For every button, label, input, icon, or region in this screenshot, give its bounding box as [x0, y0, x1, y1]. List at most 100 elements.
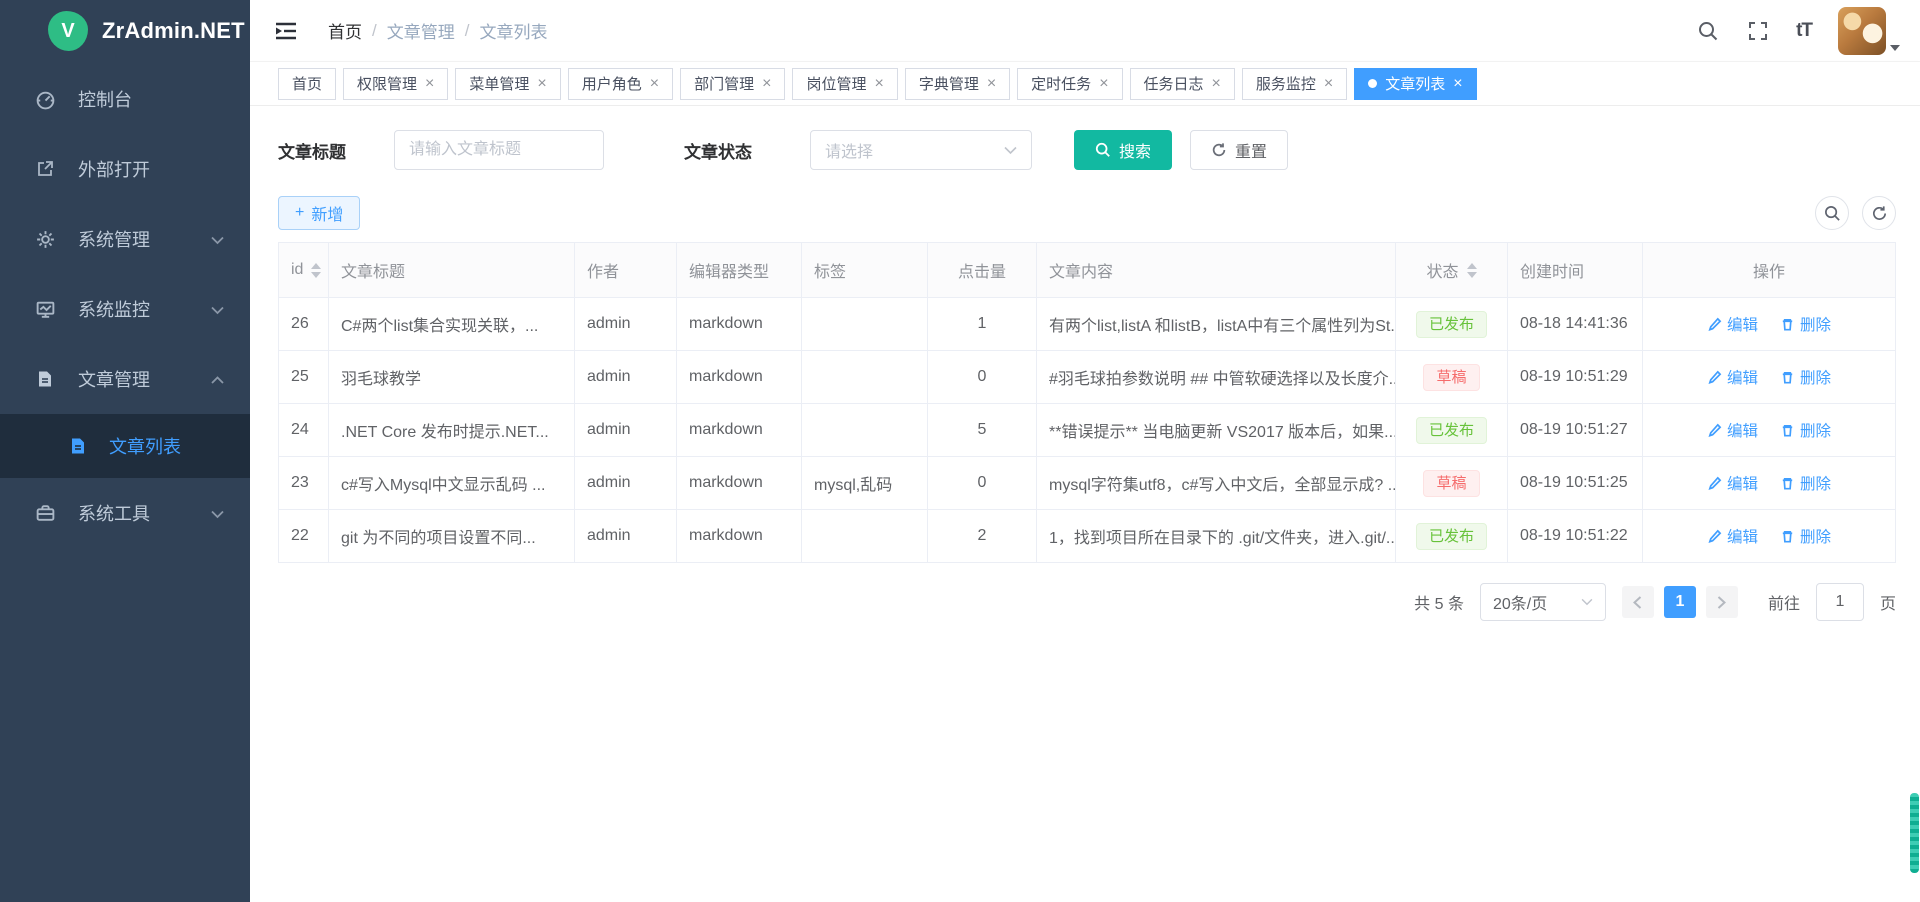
edit-button[interactable]: 编辑: [1707, 472, 1758, 494]
sidebar-item-label: 系统监控: [78, 296, 150, 322]
tab-close-icon[interactable]: ×: [537, 76, 546, 92]
table-row: 23 c#写入Mysql中文显示乱码 ... admin markdown my…: [279, 457, 1895, 510]
tab-close-icon[interactable]: ×: [874, 76, 883, 92]
tab-article-list[interactable]: 文章列表 ×: [1354, 68, 1476, 100]
cell-title: c#写入Mysql中文显示乱码 ...: [329, 457, 575, 509]
sidebar-item-external-open[interactable]: 外部打开: [0, 134, 250, 204]
sidebar-item-article-list[interactable]: 文章列表: [0, 414, 250, 478]
delete-button[interactable]: 删除: [1780, 525, 1831, 547]
tab-permission-management[interactable]: 权限管理 ×: [343, 68, 448, 100]
delete-button[interactable]: 删除: [1780, 313, 1831, 335]
avatar[interactable]: [1838, 7, 1886, 55]
scrollbar-thumb[interactable]: [1910, 793, 1919, 873]
page-number-button[interactable]: 1: [1664, 586, 1696, 618]
edit-button[interactable]: 编辑: [1707, 525, 1758, 547]
sidebar-fold-icon[interactable]: [274, 20, 298, 42]
tab-department-management[interactable]: 部门管理 ×: [680, 68, 785, 100]
article-status-select[interactable]: 请选择: [810, 130, 1032, 170]
cell-editor: markdown: [677, 298, 802, 350]
tab-user-roles[interactable]: 用户角色 ×: [568, 68, 673, 100]
sidebar-item-article-management[interactable]: 文章管理: [0, 344, 250, 414]
tab-home[interactable]: 首页: [278, 68, 336, 100]
tab-post-management[interactable]: 岗位管理 ×: [792, 68, 897, 100]
reset-button-label: 重置: [1235, 138, 1267, 162]
goto-page-input[interactable]: [1816, 583, 1864, 621]
app-logo[interactable]: V ZrAdmin.NET: [0, 0, 250, 62]
cell-title: C#两个list集合实现关联，...: [329, 298, 575, 350]
status-badge: 已发布: [1416, 311, 1487, 338]
page-size-select[interactable]: 20条/页: [1480, 583, 1606, 621]
tab-close-icon[interactable]: ×: [1453, 76, 1462, 92]
column-header-created: 创建时间: [1508, 243, 1643, 297]
page-suffix-label: 页: [1880, 590, 1896, 614]
tab-close-icon[interactable]: ×: [1324, 76, 1333, 92]
tab-menu-management[interactable]: 菜单管理 ×: [455, 68, 560, 100]
tab-close-icon[interactable]: ×: [650, 76, 659, 92]
sidebar-item-system-monitor[interactable]: 系统监控: [0, 274, 250, 344]
prev-page-button[interactable]: [1622, 586, 1654, 618]
external-link-icon: [34, 158, 56, 180]
cell-status: 草稿: [1396, 457, 1508, 509]
tab-dict-management[interactable]: 字典管理 ×: [905, 68, 1010, 100]
sidebar-item-dashboard[interactable]: 控制台: [0, 64, 250, 134]
user-menu[interactable]: [1838, 7, 1900, 55]
cell-id: 23: [279, 457, 329, 509]
cell-actions: 编辑 删除: [1643, 404, 1895, 456]
tab-close-icon[interactable]: ×: [987, 76, 996, 92]
tab-task-logs[interactable]: 任务日志 ×: [1130, 68, 1235, 100]
edit-button[interactable]: 编辑: [1707, 313, 1758, 335]
sidebar-item-label: 外部打开: [78, 156, 150, 182]
main-content: 文章标题 文章状态 请选择 搜索 重置 + 新增: [250, 106, 1920, 902]
delete-button[interactable]: 删除: [1780, 472, 1831, 494]
tab-close-icon[interactable]: ×: [1099, 76, 1108, 92]
chevron-up-icon: [211, 369, 224, 390]
table-row: 22 git 为不同的项目设置不同... admin markdown 2 1，…: [279, 510, 1895, 563]
fullscreen-icon[interactable]: [1746, 19, 1770, 43]
sort-icon[interactable]: [311, 263, 321, 278]
show-search-toggle-button[interactable]: [1815, 196, 1849, 230]
tab-close-icon[interactable]: ×: [425, 76, 434, 92]
sidebar-item-system-management[interactable]: 系统管理: [0, 204, 250, 274]
edit-button[interactable]: 编辑: [1707, 366, 1758, 388]
add-button[interactable]: + 新增: [278, 196, 360, 230]
cell-author: admin: [575, 457, 677, 509]
next-page-button[interactable]: [1706, 586, 1738, 618]
edit-icon: [1707, 529, 1722, 544]
refresh-table-button[interactable]: [1862, 196, 1896, 230]
article-title-input[interactable]: [394, 130, 604, 170]
tab-close-icon[interactable]: ×: [762, 76, 771, 92]
status-badge: 草稿: [1423, 364, 1479, 391]
tab-label: 用户角色: [582, 73, 642, 94]
cell-created: 08-18 14:41:36: [1508, 298, 1643, 350]
edit-button[interactable]: 编辑: [1707, 419, 1758, 441]
breadcrumb-article-management: 文章管理: [387, 18, 455, 43]
column-header-status[interactable]: 状态: [1396, 243, 1508, 297]
sidebar-item-system-tools[interactable]: 系统工具: [0, 478, 250, 548]
document-icon: [34, 368, 56, 390]
delete-button[interactable]: 删除: [1780, 366, 1831, 388]
tab-close-icon[interactable]: ×: [1212, 76, 1221, 92]
cell-actions: 编辑 删除: [1643, 351, 1895, 403]
sidebar-item-label: 文章管理: [78, 366, 150, 392]
reset-button[interactable]: 重置: [1190, 130, 1288, 170]
breadcrumb-home[interactable]: 首页: [328, 18, 362, 43]
tab-label: 定时任务: [1031, 73, 1091, 94]
dashboard-icon: [34, 88, 56, 110]
search-button[interactable]: 搜索: [1074, 130, 1172, 170]
cell-actions: 编辑 删除: [1643, 298, 1895, 350]
header-actions: tT: [1696, 7, 1920, 55]
tab-scheduled-tasks[interactable]: 定时任务 ×: [1017, 68, 1122, 100]
delete-button[interactable]: 删除: [1780, 419, 1831, 441]
sort-icon[interactable]: [1467, 263, 1477, 278]
tab-service-monitor[interactable]: 服务监控 ×: [1242, 68, 1347, 100]
font-size-icon[interactable]: tT: [1796, 20, 1812, 42]
toolbox-icon: [34, 502, 56, 524]
cell-clicks: 0: [928, 457, 1037, 509]
cell-created: 08-19 10:51:29: [1508, 351, 1643, 403]
refresh-icon: [1871, 205, 1888, 222]
cell-tags: [802, 404, 928, 456]
header-search-icon[interactable]: [1696, 19, 1720, 43]
refresh-icon: [1211, 142, 1227, 158]
column-header-id[interactable]: id: [279, 243, 329, 297]
breadcrumb: 首页 / 文章管理 / 文章列表: [328, 18, 547, 43]
